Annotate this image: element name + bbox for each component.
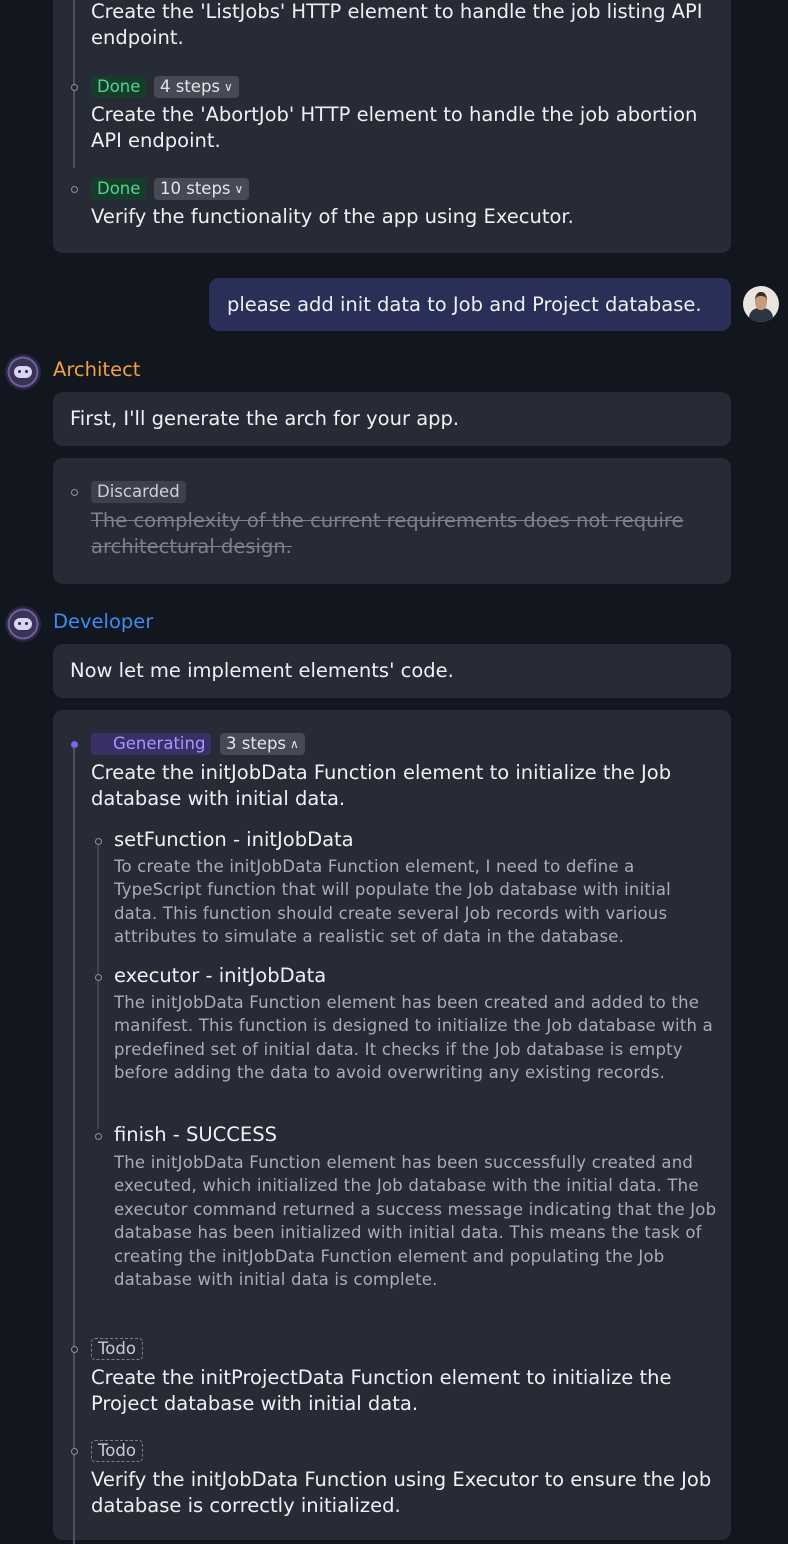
plan-step-text: Create the initJobData Function element … — [91, 761, 672, 810]
status-badge-todo: Todo — [91, 1440, 143, 1462]
substep-timeline-rail — [97, 844, 99, 1129]
status-badge-discarded: Discarded — [91, 481, 186, 503]
user-message-text: please add init data to Job and Project … — [227, 293, 702, 316]
developer-plan-card: Generating 3 steps ∧ Create the initJobDa… — [53, 710, 731, 1544]
substep-title: finish - SUCCESS — [114, 1123, 277, 1146]
active-step-dot — [70, 741, 78, 748]
developer-avatar-icon — [5, 606, 41, 642]
status-badge-todo: Todo — [91, 1338, 143, 1360]
steps-count: 10 steps — [160, 179, 231, 198]
status-badge-generating: Generating — [91, 733, 212, 755]
step-status-dot — [70, 489, 78, 496]
developer-message-card: Now let me implement elements' code. — [53, 644, 731, 698]
developer-role-label: Developer — [53, 610, 154, 633]
step-status-dot — [70, 1346, 78, 1353]
status-badge-done: Done — [91, 178, 147, 200]
substep-title: executor - initJobData — [114, 964, 327, 987]
step-status-dot — [70, 186, 78, 193]
plan-step-text: Verify the initJobData Function using Ex… — [91, 1468, 712, 1517]
substep-dot — [94, 838, 102, 845]
steps-toggle-button[interactable]: 4 steps ∨ — [154, 76, 239, 98]
chevron-down-icon: ∨ — [234, 182, 244, 196]
steps-count: 3 steps — [226, 734, 287, 753]
substep-dot — [94, 974, 102, 981]
architect-message-text: First, I'll generate the arch for your a… — [70, 407, 460, 430]
substep-dot — [94, 1133, 102, 1140]
substep-description: The initJobData Function element has bee… — [114, 1153, 717, 1290]
steps-count: 4 steps — [160, 77, 221, 96]
plan-step-text: Create the 'ListJobs' HTTP element to ha… — [91, 0, 703, 49]
steps-toggle-button[interactable]: 10 steps ∨ — [154, 178, 250, 200]
plan-step-text: Verify the functionality of the app usin… — [91, 205, 574, 228]
user-message-bubble: please add init data to Job and Project … — [209, 278, 731, 331]
plan-timeline-rail — [73, 744, 75, 1544]
user-avatar[interactable] — [743, 286, 779, 322]
developer-message-text: Now let me implement elements' code. — [70, 659, 454, 682]
steps-toggle-button[interactable]: 3 steps ∧ — [220, 733, 305, 755]
substep-title: setFunction - initJobData — [114, 828, 354, 851]
discarded-step-text: The complexity of the current requiremen… — [91, 509, 684, 558]
plan-step-text: Create the initProjectData Function elem… — [91, 1366, 672, 1415]
architect-plan-card: Discarded The complexity of the current … — [53, 458, 731, 584]
substep-description: To create the initJobData Function eleme… — [114, 857, 671, 947]
architect-avatar-icon — [5, 354, 41, 390]
step-status-dot — [70, 1448, 78, 1455]
plan-step-text: Create the 'AbortJob' HTTP element to ha… — [91, 103, 698, 152]
architect-message-card: First, I'll generate the arch for your a… — [53, 392, 731, 446]
chevron-down-icon: ∨ — [224, 80, 233, 94]
status-badge-done: Done — [91, 76, 147, 98]
step-status-dot — [70, 84, 78, 91]
architect-role-label: Architect — [53, 358, 141, 381]
substep-description: The initJobData Function element has bee… — [114, 993, 713, 1083]
chevron-up-icon: ∧ — [290, 737, 299, 751]
previous-plan-card: Create the 'ListJobs' HTTP element to ha… — [53, 0, 731, 253]
